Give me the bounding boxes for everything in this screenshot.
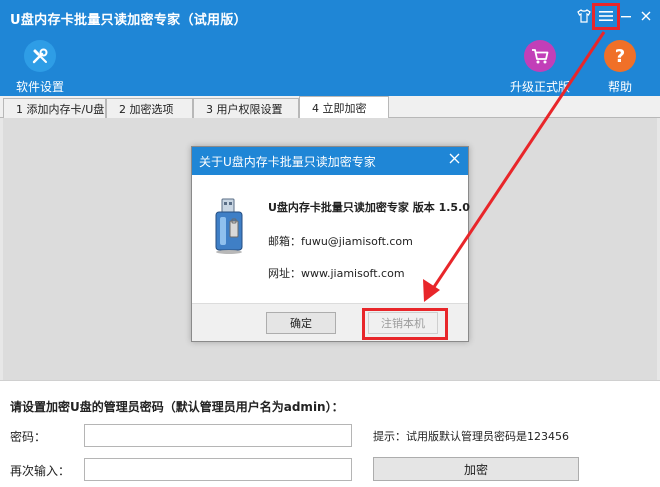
question-icon: ? xyxy=(604,40,636,72)
help-label: 帮助 xyxy=(607,80,632,94)
product-version-text: U盘内存卡批量只读加密专家 版本 1.5.0 xyxy=(268,201,470,214)
wrench-screwdriver-icon xyxy=(24,40,56,72)
email-text: 邮箱：fuwu@jiamisoft.com xyxy=(268,235,413,248)
close-icon[interactable] xyxy=(634,4,658,28)
tab-bar: 1 添加内存卡/U盘 2 加密选项 3 用户权限设置 4 立即加密 xyxy=(0,96,660,119)
confirm-password-label: 再次输入： xyxy=(10,464,71,478)
upgrade-button[interactable]: 升级正式版 xyxy=(508,40,572,95)
window-title: U盘内存卡批量只读加密专家（试用版） xyxy=(10,13,247,28)
settings-label: 软件设置 xyxy=(15,80,64,94)
password-label: 密码： xyxy=(10,430,47,444)
upgrade-label: 升级正式版 xyxy=(509,80,570,94)
tab-encrypt-now[interactable]: 4 立即加密 xyxy=(299,96,389,119)
dialog-title: 关于U盘内存卡批量只读加密专家 xyxy=(199,154,376,169)
usb-drive-icon xyxy=(212,197,246,258)
encrypt-button[interactable]: 加密 xyxy=(373,457,579,481)
website-text: 网址：www.jiamisoft.com xyxy=(268,267,405,280)
trial-password-hint: 提示：试用版默认管理员密码是123456 xyxy=(373,430,569,443)
dialog-close-icon[interactable] xyxy=(449,152,460,168)
password-form-title: 请设置加密U盘的管理员密码（默认管理员用户名为admin）： xyxy=(10,400,344,414)
dialog-body: U盘内存卡批量只读加密专家 版本 1.5.0 邮箱：fuwu@jiamisoft… xyxy=(192,175,470,303)
ok-button[interactable]: 确定 xyxy=(266,312,336,334)
dialog-title-bar: 关于U盘内存卡批量只读加密专家 xyxy=(192,147,468,175)
shopping-cart-icon xyxy=(524,40,556,72)
tab-encrypt-options[interactable]: 2 加密选项 xyxy=(106,98,193,118)
confirm-password-input[interactable] xyxy=(84,458,352,481)
title-bar: U盘内存卡批量只读加密专家（试用版） 软件设置 升级正式版 ? 帮助 xyxy=(0,0,660,96)
password-input[interactable] xyxy=(84,424,352,447)
tab-user-permissions[interactable]: 3 用户权限设置 xyxy=(193,98,299,118)
settings-button[interactable]: 软件设置 xyxy=(8,40,72,95)
tab-add-device[interactable]: 1 添加内存卡/U盘 xyxy=(3,98,106,118)
unregister-highlight-box xyxy=(362,308,448,340)
help-button[interactable]: ? 帮助 xyxy=(588,40,652,95)
